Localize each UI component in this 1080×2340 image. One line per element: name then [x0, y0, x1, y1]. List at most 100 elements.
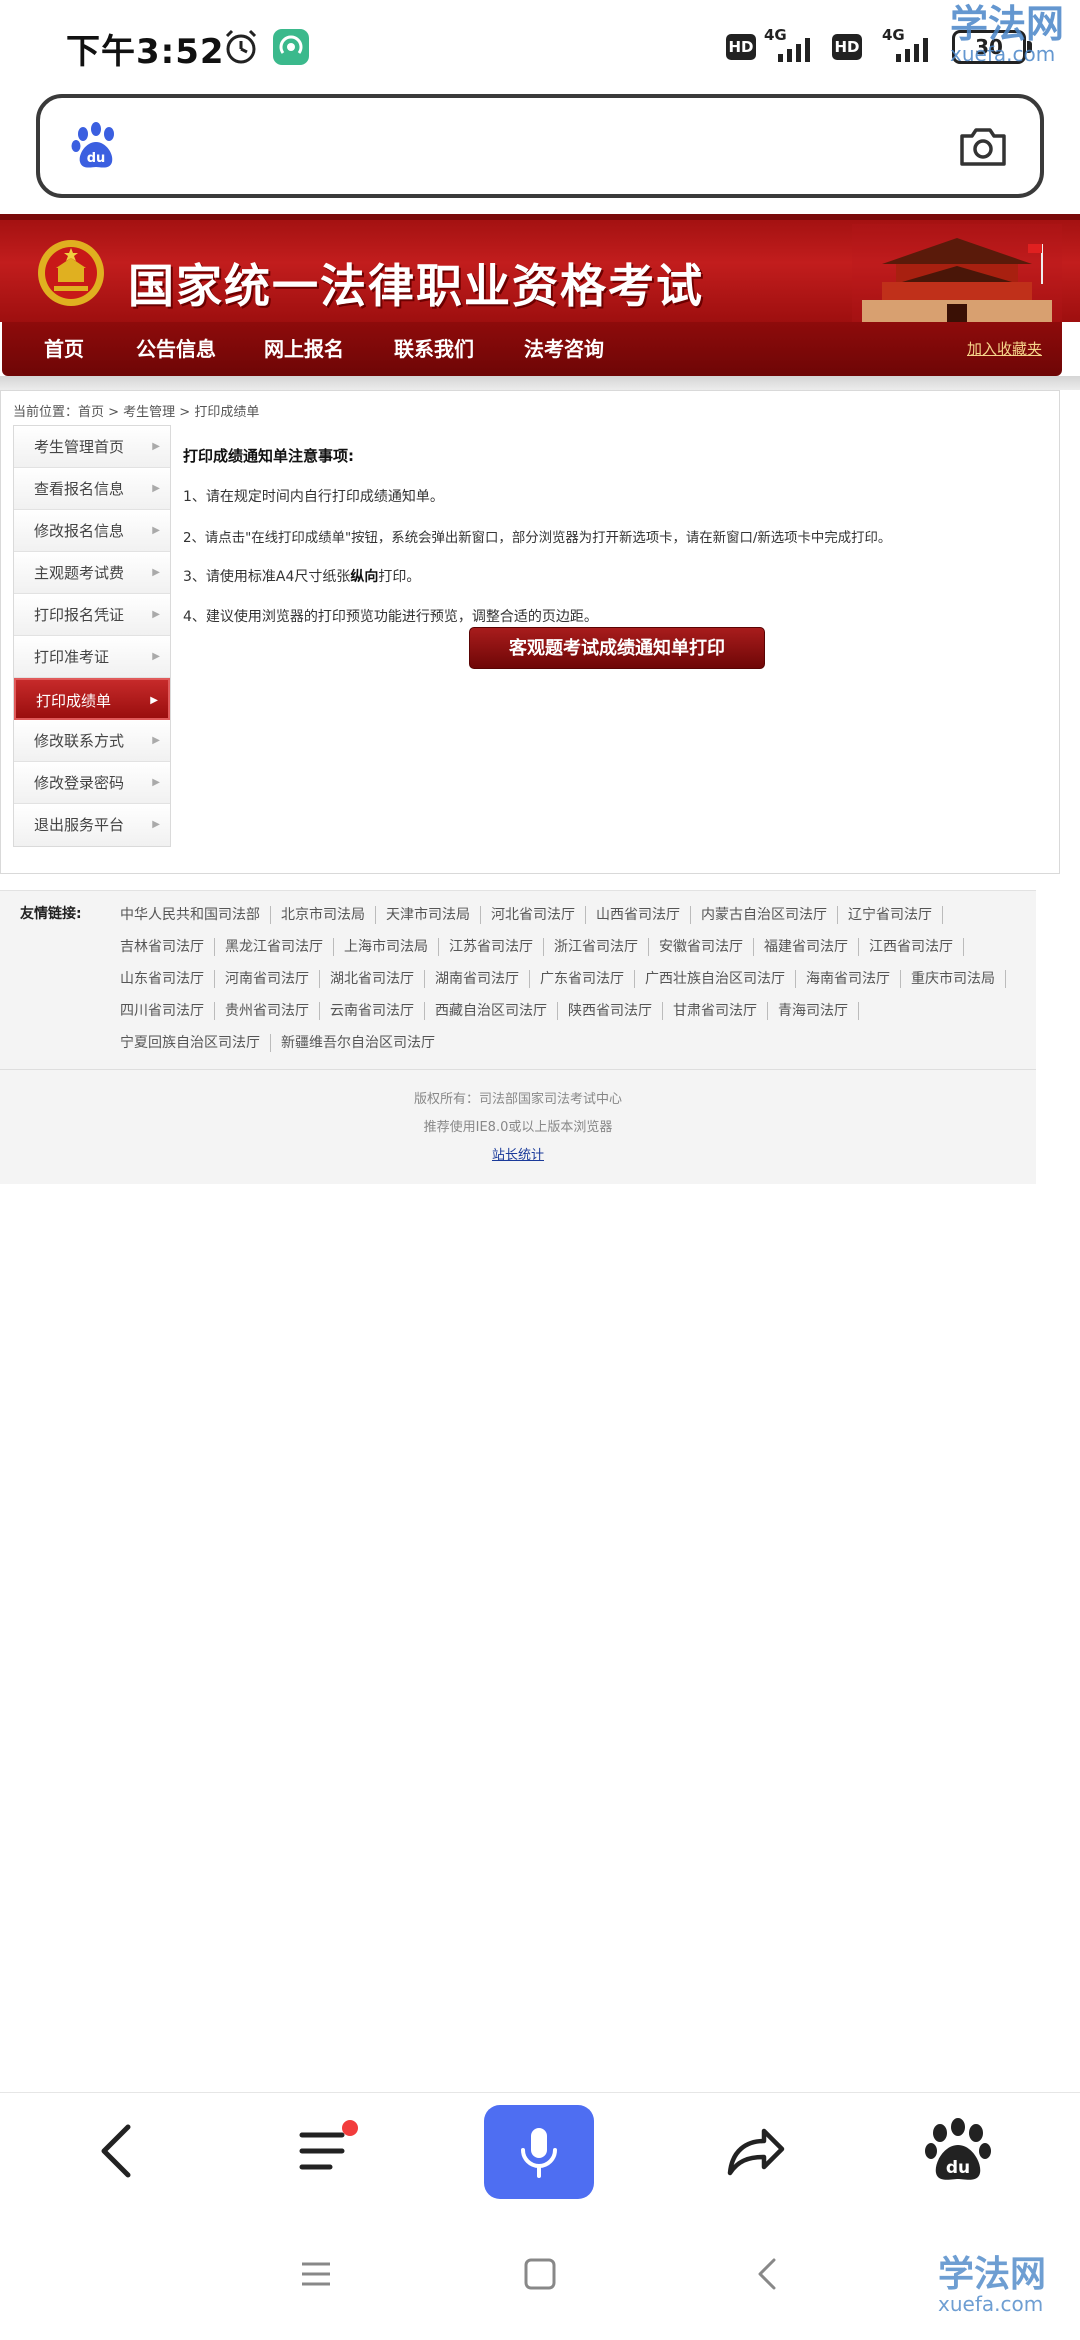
friend-link[interactable]: 天津市司法局	[386, 906, 481, 924]
friend-links: 友情链接: 中华人民共和国司法部 北京市司法局 天津市司法局 河北省司法厅 山西省司法厅…	[0, 890, 1036, 1069]
search-input[interactable]	[150, 118, 870, 174]
hd-badge-1: HD	[726, 34, 756, 60]
notice-title: 打印成绩通知单注意事项:	[183, 447, 354, 465]
menu-item-subjective-fee[interactable]: 主观题考试费 ▶	[14, 552, 170, 594]
camera-icon[interactable]	[956, 120, 1010, 174]
site-title: 国家统一法律职业资格考试	[128, 259, 704, 313]
notice-item-2: 2、请点击"在线打印成绩单"按钮，系统会弹出新窗口，部分浏览器为打开新选项卡，请…	[183, 531, 892, 546]
nav-announcements[interactable]: 公告信息	[136, 322, 216, 376]
menu-item-view-registration[interactable]: 查看报名信息 ▶	[14, 468, 170, 510]
status-time: 下午3:52	[66, 32, 225, 72]
chevron-right-icon: ▶	[152, 609, 160, 620]
friend-link[interactable]: 中华人民共和国司法部	[120, 906, 271, 924]
baidu-paw-icon[interactable]: du	[918, 2111, 998, 2191]
menu-item-edit-registration[interactable]: 修改报名信息 ▶	[14, 510, 170, 552]
print-score-notice-button[interactable]: 客观题考试成绩通知单打印	[469, 627, 765, 669]
friend-link[interactable]: 重庆市司法局	[911, 970, 1006, 988]
friend-link[interactable]: 海南省司法厅	[806, 970, 901, 988]
menu-item-change-password[interactable]: 修改登录密码 ▶	[14, 762, 170, 804]
print-notice: 打印成绩通知单注意事项: 1、请在规定时间内自行打印成绩通知单。 2、请点击"在…	[183, 445, 1043, 646]
nav-home[interactable]: 首页	[44, 322, 84, 376]
chevron-right-icon: ▶	[152, 441, 160, 452]
friend-link[interactable]: 西藏自治区司法厅	[435, 1002, 558, 1020]
svg-text:du: du	[946, 2158, 970, 2178]
content-panel: 当前位置：首页 > 考生管理 > 打印成绩单 考生管理首页 ▶ 查看报名信息 ▶ 修…	[0, 390, 1060, 874]
friend-link[interactable]: 甘肃省司法厅	[673, 1002, 768, 1020]
hd-badge-2: HD	[832, 34, 862, 60]
friend-link[interactable]: 青海司法厅	[778, 1002, 859, 1020]
friend-link[interactable]: 宁夏回族自治区司法厅	[120, 1034, 271, 1052]
breadcrumb: 当前位置：首页 > 考生管理 > 打印成绩单	[13, 405, 260, 420]
status-bar: 下午3:52 HD 4G HD 4G 30 学法网 xuefa.com	[0, 0, 1080, 92]
menu-item-logout[interactable]: 退出服务平台 ▶	[14, 804, 170, 846]
tiananmen-gate-image	[852, 224, 1062, 322]
friend-link[interactable]: 新疆维吾尔自治区司法厅	[281, 1034, 445, 1052]
friend-link[interactable]: 陕西省司法厅	[568, 1002, 663, 1020]
menu-item-label: 修改登录密码	[34, 774, 125, 792]
notice-item-3-emphasis: 纵向	[350, 569, 379, 585]
friend-link[interactable]: 辽宁省司法厅	[848, 906, 943, 924]
watermark-top: 学法网 xuefa.com	[950, 4, 1064, 64]
friend-link[interactable]: 广西壮族自治区司法厅	[645, 970, 796, 988]
friend-link[interactable]: 安徽省司法厅	[659, 938, 754, 956]
menu-item-edit-contact[interactable]: 修改联系方式 ▶	[14, 720, 170, 762]
recent-apps-icon[interactable]	[296, 2254, 336, 2294]
site-stats-link[interactable]: 站长统计	[0, 1142, 1036, 1170]
friend-link[interactable]: 内蒙古自治区司法厅	[701, 906, 838, 924]
chevron-right-icon: ▶	[152, 567, 160, 578]
menu-item-label: 打印成绩单	[36, 692, 112, 710]
add-to-favorites-link[interactable]: 加入收藏夹	[967, 322, 1042, 376]
svg-text:du: du	[87, 151, 106, 166]
friend-link[interactable]: 广东省司法厅	[540, 970, 635, 988]
site-navbar: 首页 公告信息 网上报名 联系我们 法考咨询 加入收藏夹	[2, 322, 1062, 376]
notice-item-4: 4、建议使用浏览器的打印预览功能进行预览，调整合适的页边距。	[183, 609, 598, 625]
menu-item-label: 查看报名信息	[34, 480, 125, 498]
friend-link[interactable]: 四川省司法厅	[120, 1002, 215, 1020]
friend-link[interactable]: 湖北省司法厅	[330, 970, 425, 988]
chevron-right-icon: ▶	[152, 777, 160, 788]
friend-link[interactable]: 贵州省司法厅	[225, 1002, 320, 1020]
watermark-domain: xuefa.com	[938, 2292, 1044, 2316]
share-arrow-icon[interactable]	[716, 2111, 796, 2191]
menu-item-print-score-report[interactable]: 打印成绩单 ▶	[14, 678, 170, 720]
friend-link[interactable]: 河北省司法厅	[491, 906, 586, 924]
browser-search-bar[interactable]: du	[36, 94, 1044, 198]
baidu-paw-icon[interactable]: du	[70, 120, 122, 172]
friend-link[interactable]: 山西省司法厅	[596, 906, 691, 924]
signal-strength-icon-2	[896, 38, 928, 62]
chevron-right-icon: ▶	[152, 819, 160, 830]
friend-link[interactable]: 上海市司法局	[344, 938, 439, 956]
chevron-right-icon: ▶	[152, 651, 160, 662]
friend-link[interactable]: 福建省司法厅	[764, 938, 859, 956]
friend-link[interactable]: 江西省司法厅	[869, 938, 964, 956]
friend-link[interactable]: 云南省司法厅	[330, 1002, 425, 1020]
menu-item-print-admission-ticket[interactable]: 打印准考证 ▶	[14, 636, 170, 678]
back-arrow-icon[interactable]	[80, 2111, 160, 2191]
friend-link[interactable]: 北京市司法局	[281, 906, 376, 924]
menu-item-label: 修改报名信息	[34, 522, 125, 540]
divider-strip	[0, 376, 1080, 390]
browser-toolbar: du	[0, 2092, 1080, 2210]
menu-item-label: 主观题考试费	[34, 564, 125, 582]
alarm-clock-icon	[225, 29, 257, 64]
home-square-icon[interactable]	[520, 2254, 560, 2294]
menu-item-candidate-home[interactable]: 考生管理首页 ▶	[14, 426, 170, 468]
menu-item-print-registration-voucher[interactable]: 打印报名凭证 ▶	[14, 594, 170, 636]
friend-link[interactable]: 吉林省司法厅	[120, 938, 215, 956]
friend-link[interactable]: 黑龙江省司法厅	[225, 938, 334, 956]
nav-contact-us[interactable]: 联系我们	[394, 322, 474, 376]
nav-online-registration[interactable]: 网上报名	[264, 322, 344, 376]
menu-item-label: 修改联系方式	[34, 732, 125, 750]
system-back-icon[interactable]	[748, 2254, 788, 2294]
friend-link[interactable]: 湖南省司法厅	[435, 970, 530, 988]
voice-search-button[interactable]	[484, 2105, 594, 2199]
chevron-right-icon: ▶	[150, 695, 158, 706]
site-banner: 国家统一法律职业资格考试	[0, 214, 1080, 322]
menu-item-label: 退出服务平台	[34, 816, 125, 834]
friend-link[interactable]: 江苏省司法厅	[449, 938, 544, 956]
nav-exam-consulting[interactable]: 法考咨询	[524, 322, 604, 376]
friend-link[interactable]: 浙江省司法厅	[554, 938, 649, 956]
footer-copyright: 版权所有：司法部国家司法考试中心	[413, 1092, 622, 1107]
friend-link[interactable]: 山东省司法厅	[120, 970, 215, 988]
friend-link[interactable]: 河南省司法厅	[225, 970, 320, 988]
